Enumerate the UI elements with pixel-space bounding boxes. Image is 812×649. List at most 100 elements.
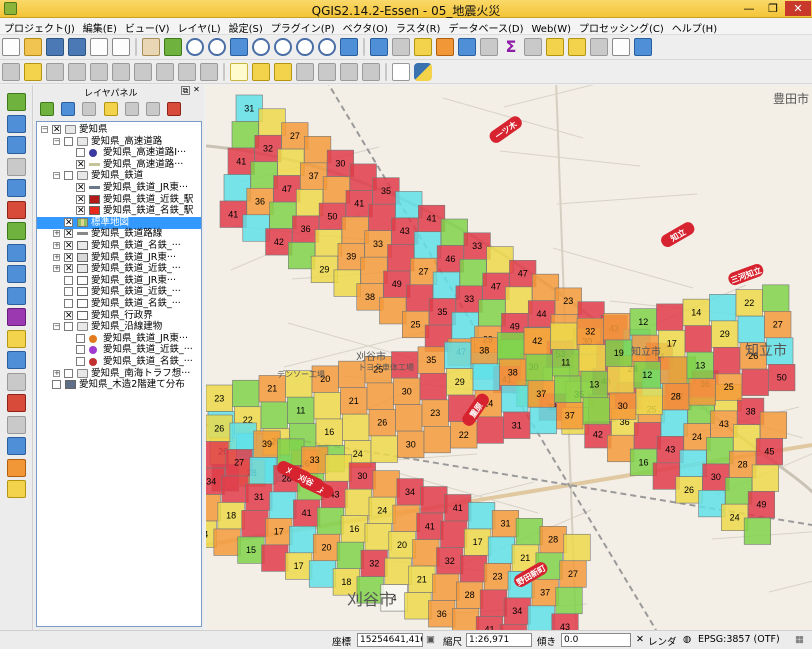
coordinate-capture-icon[interactable] [7, 480, 26, 498]
gps-icon[interactable] [7, 394, 26, 412]
layer-row[interactable]: ✕ 愛知県_鉄道_名鉄_··· [37, 298, 201, 310]
layer-visibility-checkbox[interactable]: ✕ [64, 264, 73, 274]
pan-map-icon[interactable] [142, 38, 160, 56]
layer-visibility-checkbox[interactable]: ✕ [52, 125, 61, 135]
cut-features-icon[interactable] [156, 63, 174, 81]
layer-row[interactable]: ✕ 愛知県_高速道路··· [37, 159, 201, 171]
map-render[interactable]: 3127303541334723435436383237414346474430… [206, 85, 812, 630]
new-spatialite-icon[interactable] [7, 351, 26, 369]
select-features-icon[interactable] [392, 38, 410, 56]
map-canvas[interactable]: 3127303541334723435436383237414346474430… [206, 85, 812, 630]
filter-expression-icon[interactable] [103, 102, 118, 116]
layer-row[interactable]: + ✕ 愛知県_鉄道_近鉄_··· [37, 263, 201, 275]
menu-processing[interactable]: プロセッシング(C) [575, 18, 668, 34]
add-delimited-text-icon[interactable] [7, 308, 26, 326]
layer-visibility-checkbox[interactable]: ✕ [76, 333, 85, 343]
layer-row[interactable]: ✕ 愛知県_鉄道_名鉄_··· [37, 356, 201, 368]
add-wms-layer-icon[interactable] [7, 243, 26, 262]
expand-icon[interactable]: + [53, 253, 60, 261]
layer-row[interactable]: −✕ 愛知県_鉄道 [37, 170, 201, 182]
add-mssql-layer-icon[interactable] [7, 179, 26, 197]
paste-features-icon[interactable] [200, 63, 218, 81]
menu-database[interactable]: データベース(D) [444, 18, 527, 34]
heatmap-icon[interactable] [7, 458, 26, 477]
scale-field[interactable]: 1:26,971 [466, 633, 532, 647]
label-abc-icon[interactable] [230, 63, 248, 81]
layer-visibility-checkbox[interactable]: ✕ [76, 206, 85, 216]
move-feature-icon[interactable] [112, 63, 130, 81]
add-raster-layer-icon[interactable] [7, 114, 26, 133]
save-edits-icon[interactable] [46, 63, 64, 81]
layer-visibility-checkbox[interactable]: ✕ [64, 322, 73, 332]
measure-line-icon[interactable]: Σ [502, 38, 520, 56]
layer-visibility-checkbox[interactable]: ✕ [64, 310, 73, 320]
layer-row[interactable]: ✕ 標準地図 [37, 216, 201, 229]
pin-labels-icon[interactable] [252, 63, 270, 81]
toggle-extents-icon[interactable]: ▣ [426, 634, 435, 645]
layer-row[interactable]: + ✕ 愛知県_鉄道_名鉄_··· [37, 240, 201, 252]
collapse-icon[interactable]: − [53, 137, 60, 145]
new-project-icon[interactable] [2, 38, 20, 56]
layer-row[interactable]: −✕ 愛知県_高速道路 [37, 136, 201, 148]
expand-icon[interactable]: + [53, 242, 60, 249]
remove-layer-icon[interactable] [167, 102, 182, 116]
copy-features-icon[interactable] [178, 63, 196, 81]
refresh-icon[interactable] [318, 38, 336, 56]
filter-legend-icon[interactable] [82, 102, 97, 116]
layer-row[interactable]: −✕ 愛知県_沿線建物 [37, 321, 201, 333]
layer-row[interactable]: ✕ 愛知県_鉄道_近鉄_駅 [37, 194, 201, 206]
field-calculator-icon[interactable] [458, 38, 476, 56]
layer-row[interactable]: + ✕ 愛知県_鉄道_JR東··· [37, 252, 201, 264]
layer-row[interactable]: ✕ 愛知県_鉄道_名鉄_駅 [37, 205, 201, 217]
collapse-icon[interactable]: − [41, 126, 48, 133]
layer-row[interactable]: ✕ 愛知県_鉄道_近鉄_··· [37, 344, 201, 356]
layer-visibility-checkbox[interactable]: ✕ [76, 183, 85, 193]
edit-pencil-icon[interactable] [24, 63, 42, 81]
save-as-icon[interactable] [68, 38, 86, 56]
expand-icon[interactable]: + [53, 230, 60, 238]
zoom-full-icon[interactable] [230, 38, 248, 56]
layer-row[interactable]: ✕ 愛知県_鉄道_近鉄_··· [37, 286, 201, 298]
expand-icon[interactable]: + [53, 369, 60, 377]
layer-visibility-checkbox[interactable]: ✕ [64, 299, 73, 308]
coordinate-field[interactable]: 15254641,4166115 [357, 633, 423, 647]
crs-status[interactable]: EPSG:3857 (OTF) [698, 634, 780, 645]
add-wfs-layer-icon[interactable] [7, 286, 26, 305]
new-project-icon[interactable] [634, 38, 652, 56]
menu-edit[interactable]: 編集(E) [79, 18, 121, 34]
georeferencer-icon[interactable] [7, 415, 26, 434]
menu-project[interactable]: プロジェクト(J) [0, 18, 79, 34]
save-project-icon[interactable] [46, 38, 64, 56]
layer-row[interactable]: ✕ 愛知県_鉄道_JR東··· [37, 333, 201, 345]
add-feature-icon[interactable] [68, 63, 86, 81]
rotation-field[interactable]: 0.0 [561, 633, 631, 647]
layer-visibility-checkbox[interactable]: ✕ [64, 229, 73, 239]
panel-close-icon[interactable]: ✕ [192, 86, 201, 95]
rotate-label-icon[interactable] [318, 63, 336, 81]
menu-view[interactable]: ビュー(V) [121, 18, 174, 34]
identify-icon[interactable] [340, 38, 358, 56]
show-bookmarks-icon[interactable] [568, 38, 586, 56]
python-console-icon[interactable] [392, 63, 410, 81]
help-icon[interactable] [612, 38, 630, 56]
csw-icon[interactable] [362, 63, 380, 81]
digitize-icon[interactable] [2, 63, 20, 81]
layer-row[interactable]: ✕ 愛知県_鉄道_JR東··· [37, 182, 201, 194]
add-postgis-layer-icon[interactable] [7, 136, 26, 154]
zoom-out-icon[interactable] [208, 38, 226, 56]
print-composer-icon[interactable] [90, 38, 108, 56]
layer-visibility-checkbox[interactable]: ✕ [64, 171, 73, 181]
layer-visibility-checkbox[interactable]: ✕ [76, 345, 85, 355]
layer-row[interactable]: + ✕ 愛知県_南海トラフ想··· [37, 368, 201, 380]
menu-settings[interactable]: 設定(S) [225, 18, 267, 34]
change-label-icon[interactable] [340, 63, 358, 81]
collapse-icon[interactable]: − [53, 172, 60, 180]
layer-visibility-checkbox[interactable]: ✕ [76, 159, 85, 169]
measure-icon[interactable] [370, 38, 388, 56]
layer-visibility-checkbox[interactable]: ✕ [64, 252, 73, 262]
open-project-icon[interactable] [24, 38, 42, 56]
layer-visibility-checkbox[interactable]: ✕ [76, 148, 85, 158]
layer-row[interactable]: + ✕ 愛知県_鉄道路線 [37, 228, 201, 240]
layer-visibility-checkbox[interactable]: ✕ [76, 357, 85, 366]
layer-visibility-checkbox[interactable]: ✕ [64, 368, 73, 378]
